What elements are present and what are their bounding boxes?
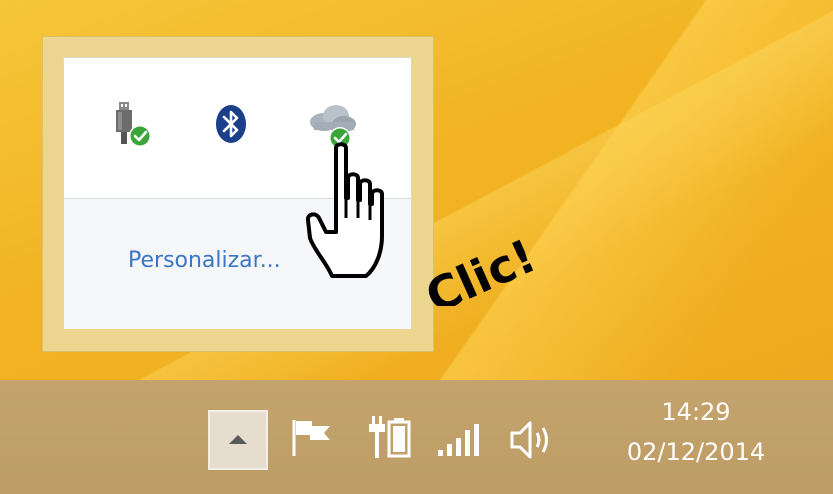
clock-date[interactable]: 02/12/2014	[596, 438, 796, 466]
signal-bars-icon[interactable]	[436, 424, 480, 458]
desktop-wallpaper-highlight	[430, 0, 833, 380]
personalize-link[interactable]: Personalizar...	[128, 248, 281, 273]
bluetooth-icon[interactable]	[214, 104, 248, 144]
show-hidden-icons-button[interactable]	[208, 410, 268, 470]
speaker-volume-icon[interactable]	[510, 420, 558, 460]
taskbar: 14:29 02/12/2014	[0, 380, 833, 494]
action-center-flag-icon[interactable]	[290, 418, 338, 458]
battery-plug-icon[interactable]	[368, 414, 412, 460]
clic-annotation-text: Clic!	[418, 228, 544, 306]
clic-annotation: Clic!	[414, 196, 564, 324]
clock-time[interactable]: 14:29	[596, 398, 796, 426]
usb-safely-remove-icon[interactable]	[108, 100, 154, 152]
hand-cursor-icon	[305, 142, 422, 282]
chevron-up-icon	[227, 431, 249, 450]
